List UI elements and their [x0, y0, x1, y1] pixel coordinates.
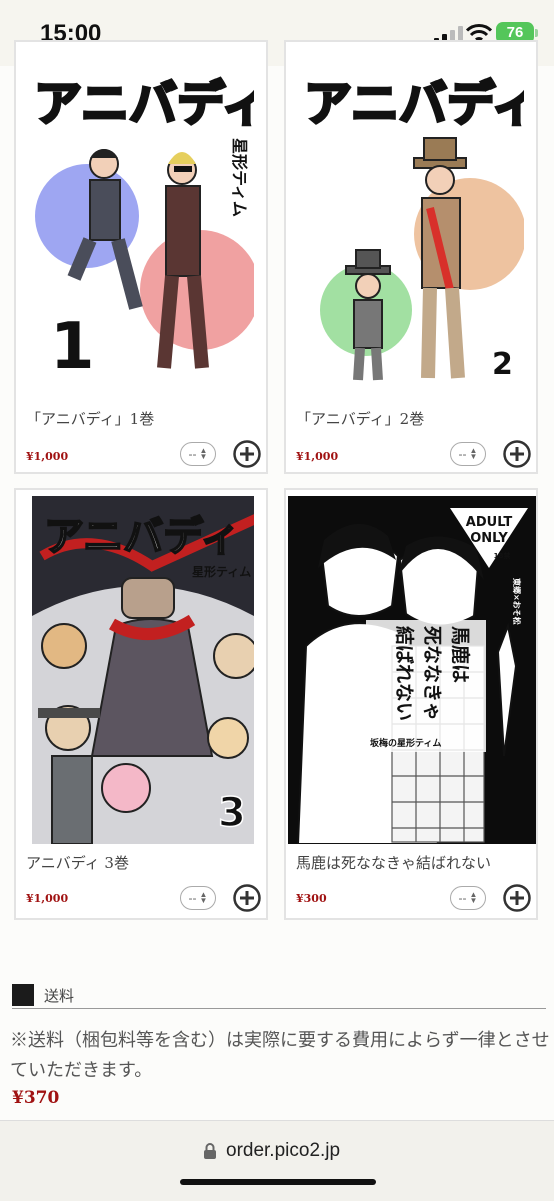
chevron-updown-icon: ▲ ▼	[199, 890, 208, 905]
product-price: ¥300	[296, 892, 327, 905]
add-to-cart-button[interactable]	[233, 440, 261, 468]
product-title[interactable]: 「アニバディ」1巻	[26, 408, 154, 429]
quantity-select[interactable]: -- ▲ ▼	[180, 886, 216, 910]
adult-badge-age: 18禁	[494, 551, 511, 560]
quantity-select[interactable]: -- ▲ ▼	[450, 442, 486, 466]
product-price: ¥1,000	[26, 892, 69, 905]
home-indicator[interactable]	[180, 1179, 376, 1185]
shipping-heading: 送料	[44, 987, 75, 1005]
cover-volume-number: 1	[50, 310, 95, 384]
shipping-section-header: 送料	[12, 982, 546, 1009]
product-title[interactable]: アニバディ 3巻	[26, 852, 129, 873]
chevron-updown-icon: ▲ ▼	[199, 446, 208, 461]
url-text[interactable]: order.pico2.jp	[226, 1140, 340, 1162]
product-title[interactable]: 馬鹿は死ななきゃ結ばれない	[296, 852, 491, 873]
cover-logo: アニバディ	[304, 76, 524, 132]
product-card[interactable]: ADULT ONLY 18禁 東郷×おそ松 馬鹿は 死ななきゃ 結ばれない 坂梅…	[284, 488, 538, 920]
product-price: ¥1,000	[296, 450, 339, 463]
quantity-select[interactable]: -- ▲ ▼	[180, 442, 216, 466]
quantity-value: --	[188, 891, 197, 905]
cover-title-col2: 死ななきゃ	[421, 626, 443, 721]
cover-author: 星形ティム	[192, 565, 251, 579]
shipping-note: ※送料（梱包料等を含む）は実際に要する費用によらず一律とさせていただきます。	[10, 1030, 550, 1081]
cover-circle-name: 坂梅の星形ティム	[370, 737, 441, 749]
adult-badge-line2: ONLY	[470, 531, 508, 546]
product-card[interactable]: アニバディ 星形ティム 1 「アニバディ」1巻 ¥1,000 -- ▲ ▼	[14, 40, 268, 474]
cover-volume-number: 2	[492, 347, 513, 382]
lock-icon	[204, 1143, 216, 1159]
shipping-price: ¥370	[12, 1088, 60, 1108]
section-marker-icon	[12, 984, 34, 1006]
product-card[interactable]: アニバディ 星形ティム 3 アニバディ 3巻 ¥1,000 -- ▲ ▼	[14, 488, 268, 920]
product-cover-image[interactable]: ADULT ONLY 18禁 東郷×おそ松 馬鹿は 死ななきゃ 結ばれない 坂梅…	[288, 496, 536, 844]
chevron-updown-icon: ▲ ▼	[469, 446, 478, 461]
cover-title-col1: 馬鹿は	[449, 626, 472, 683]
quantity-value: --	[188, 447, 197, 461]
product-cover-image[interactable]: アニバディ 星形ティム 1	[32, 68, 254, 388]
cover-pairing: 東郷×おそ松	[512, 578, 522, 625]
quantity-value: --	[458, 447, 467, 461]
quantity-select[interactable]: -- ▲ ▼	[450, 886, 486, 910]
cover-author: 星形ティム	[230, 138, 249, 217]
product-card[interactable]: アニバディ 2 「アニバディ」2巻 ¥1,000 -- ▲ ▼	[284, 40, 538, 474]
quantity-value: --	[458, 891, 467, 905]
product-cover-image[interactable]: アニバディ 星形ティム 3	[32, 496, 254, 844]
add-to-cart-button[interactable]	[503, 440, 531, 468]
cover-volume-number: 3	[218, 790, 246, 836]
add-to-cart-button[interactable]	[503, 884, 531, 912]
add-to-cart-button[interactable]	[233, 884, 261, 912]
adult-badge-line1: ADULT	[466, 515, 513, 530]
cover-title-col3: 結ばれない	[393, 626, 416, 721]
chevron-updown-icon: ▲ ▼	[469, 890, 478, 905]
cover-logo: アニバディ	[34, 76, 254, 132]
product-title[interactable]: 「アニバディ」2巻	[296, 408, 424, 429]
product-price: ¥1,000	[26, 450, 69, 463]
product-cover-image[interactable]: アニバディ 2	[302, 68, 524, 388]
cover-logo: アニバディ	[44, 514, 240, 560]
